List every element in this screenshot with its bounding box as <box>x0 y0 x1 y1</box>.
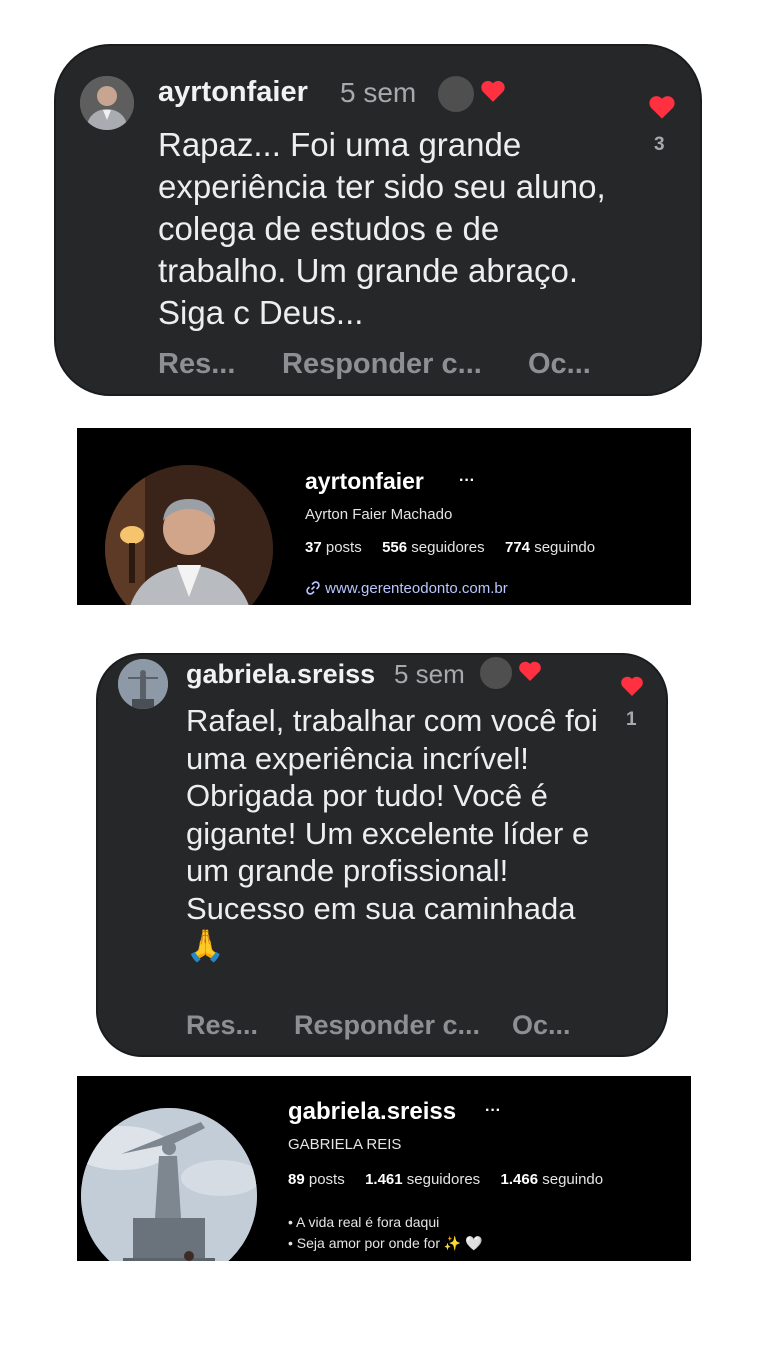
heart-icon[interactable] <box>620 675 644 697</box>
following-count[interactable]: 1.466 <box>501 1171 539 1188</box>
profile-bio-line: • A vida real é fora daqui <box>288 1214 440 1230</box>
like-count: 1 <box>626 709 637 730</box>
posts-label: posts <box>308 1171 345 1188</box>
profile-website-link[interactable]: www.gerenteodonto.com.br <box>305 580 508 597</box>
heart-icon <box>481 80 505 102</box>
posts-count: 89 <box>288 1171 305 1188</box>
creator-heart-badge <box>514 655 546 687</box>
link-icon <box>306 581 320 595</box>
comment-username[interactable]: ayrtonfaier <box>158 76 308 109</box>
profile-header-gabriela: gabriela.sreiss ··· GABRIELA REIS 89 pos… <box>77 1076 691 1261</box>
comment-avatar[interactable] <box>118 659 168 709</box>
following-count[interactable]: 774 <box>505 539 530 556</box>
profile-avatar[interactable] <box>105 465 273 605</box>
profile-stats: 37 posts 556 seguidores 774 seguindo <box>305 539 595 556</box>
liker-avatar <box>478 655 514 691</box>
profile-username[interactable]: ayrtonfaier <box>305 468 424 495</box>
more-icon[interactable]: ··· <box>485 1102 501 1120</box>
profile-username[interactable]: gabriela.sreiss <box>288 1098 456 1126</box>
comment-username[interactable]: gabriela.sreiss <box>186 659 375 690</box>
like-count: 3 <box>654 134 665 155</box>
posts-label: posts <box>325 539 362 556</box>
reply-with-button[interactable]: Responder c... <box>294 1010 480 1041</box>
comment-card-gabriela: gabriela.sreiss 5 sem Rafael, trabalhar … <box>96 653 668 1057</box>
comment-time: 5 sem <box>394 659 465 689</box>
followers-count[interactable]: 1.461 <box>365 1171 403 1188</box>
following-label[interactable]: seguindo <box>534 539 595 556</box>
profile-bio-line: • Seja amor por onde for ✨ 🤍 <box>288 1235 483 1251</box>
profile-avatar[interactable] <box>81 1108 257 1261</box>
reply-button[interactable]: Res... <box>158 348 235 381</box>
profile-full-name: Ayrton Faier Machado <box>305 506 453 523</box>
profile-full-name: GABRIELA REIS <box>288 1136 402 1153</box>
comment-text: Rafael, trabalhar com você foi uma exper… <box>186 703 598 963</box>
profile-stats: 89 posts 1.461 seguidores 1.466 seguindo <box>288 1171 603 1188</box>
comment-text: Rapaz... Foi uma grande experiência ter … <box>158 126 606 331</box>
followers-label[interactable]: seguidores <box>407 1171 480 1188</box>
heart-icon[interactable] <box>648 94 676 120</box>
reply-with-button[interactable]: Responder c... <box>282 348 482 381</box>
comment-avatar[interactable] <box>80 76 134 130</box>
hide-button[interactable]: Oc... <box>512 1010 571 1041</box>
comment-time: 5 sem <box>340 77 417 108</box>
heart-icon <box>519 661 541 681</box>
creator-heart-badge <box>476 74 510 108</box>
hide-button[interactable]: Oc... <box>528 348 591 381</box>
liker-avatar <box>436 74 476 114</box>
link-text[interactable]: www.gerenteodonto.com.br <box>325 580 508 597</box>
posts-count: 37 <box>305 539 322 556</box>
following-label[interactable]: seguindo <box>542 1171 603 1188</box>
comment-card-ayrtonfaier: ayrtonfaier 5 sem Rapaz... Foi uma grand… <box>54 44 702 396</box>
more-icon[interactable]: ··· <box>459 472 475 490</box>
reply-button[interactable]: Res... <box>186 1010 258 1041</box>
profile-header-ayrtonfaier: ayrtonfaier ··· Ayrton Faier Machado 37 … <box>77 428 691 605</box>
followers-count[interactable]: 556 <box>382 539 407 556</box>
followers-label[interactable]: seguidores <box>411 539 484 556</box>
